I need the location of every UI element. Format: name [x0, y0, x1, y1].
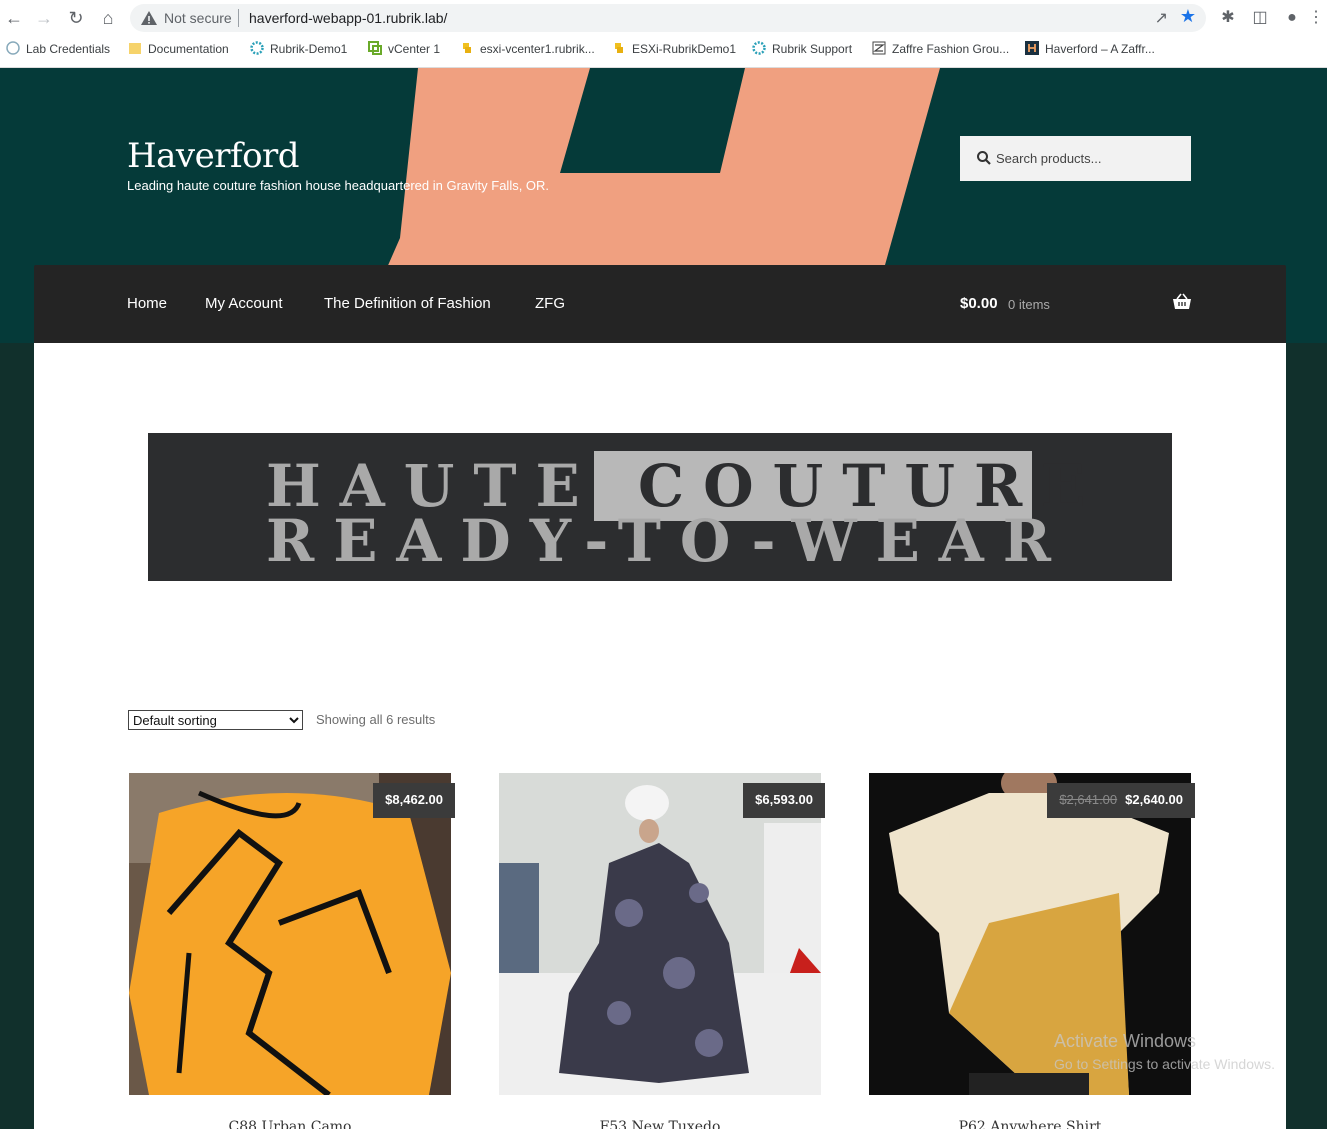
- nav-my-account[interactable]: My Account: [205, 295, 283, 312]
- omnibox-divider: [238, 9, 239, 27]
- nav-zfg[interactable]: ZFG: [535, 295, 565, 312]
- bookmark-haverford[interactable]: Haverford – A Zaffr...: [1025, 41, 1155, 56]
- price-badge: $6,593.00: [743, 783, 825, 818]
- forward-icon[interactable]: →: [32, 6, 56, 30]
- price-badge: $2,641.00 $2,640.00: [1047, 783, 1195, 818]
- globe-icon: [6, 41, 20, 55]
- side-panel-icon[interactable]: ◫: [1248, 6, 1272, 30]
- product-search: [960, 136, 1191, 181]
- old-price: $2,641.00: [1059, 792, 1118, 807]
- bookmark-label: Rubrik Support: [772, 42, 853, 56]
- price-badge: $8,462.00: [373, 783, 455, 818]
- banner-line-2: READY-TO-WEAR: [266, 507, 1071, 575]
- bookmark-label: Haverford – A Zaffr...: [1045, 42, 1155, 56]
- product-title[interactable]: C88 Urban Camo: [129, 1119, 451, 1129]
- bookmark-label: Lab Credentials: [26, 42, 111, 56]
- product-title[interactable]: P62 Anywhere Shirt: [869, 1119, 1191, 1129]
- share-icon[interactable]: ↗: [1155, 8, 1168, 28]
- folder-icon: [129, 43, 141, 54]
- site-title[interactable]: Haverford: [127, 136, 300, 176]
- haute-couture-banner: HAUTE COUTURE READY-TO-WEAR: [148, 433, 1172, 581]
- menu-icon[interactable]: ⋮: [1304, 6, 1327, 30]
- bookmark-star-icon[interactable]: ★: [1180, 6, 1196, 27]
- primary-navigation: Home My Account The Definition of Fashio…: [34, 265, 1286, 352]
- bookmark-esxi-vcenter1[interactable]: esxi-vcenter1.rubrik...: [460, 41, 595, 56]
- bookmark-rubrik-demo1[interactable]: Rubrik-Demo1: [250, 41, 347, 56]
- url-text[interactable]: haverford-webapp-01.rubrik.lab/: [249, 10, 447, 26]
- bookmark-esxi-rubrikdemo1[interactable]: ESXi-RubrikDemo1: [612, 41, 736, 56]
- nav-home[interactable]: Home: [127, 295, 167, 312]
- result-count: Showing all 6 results: [316, 712, 436, 727]
- search-icon: [977, 151, 991, 165]
- product-image[interactable]: [129, 773, 451, 1095]
- security-label[interactable]: Not secure: [164, 10, 232, 26]
- bookmark-label: Documentation: [148, 42, 229, 56]
- cart-amount[interactable]: $0.00: [960, 295, 998, 312]
- bookmark-label: vCenter 1: [388, 42, 441, 56]
- reload-icon[interactable]: ↻: [64, 6, 88, 30]
- sorting-select[interactable]: Default sorting: [128, 710, 303, 730]
- bookmark-label: esxi-vcenter1.rubrik...: [480, 42, 595, 56]
- product-title[interactable]: F53 New Tuxedo: [499, 1119, 821, 1129]
- windows-activation-watermark: Activate Windows: [1054, 1031, 1197, 1051]
- home-icon[interactable]: ⌂: [96, 6, 120, 30]
- bookmark-vcenter1[interactable]: vCenter 1: [368, 41, 440, 56]
- warning-icon: [141, 11, 157, 25]
- product-image[interactable]: [499, 773, 821, 1095]
- bookmark-label: Zaffre Fashion Grou...: [892, 42, 1010, 56]
- zfg-icon: [872, 41, 886, 55]
- rubrik-icon: [752, 41, 766, 55]
- python-icon: [463, 43, 471, 53]
- extensions-icon[interactable]: ✱: [1216, 6, 1240, 30]
- bookmarks-bar: Lab Credentials Documentation Rubrik-Dem…: [0, 38, 1327, 60]
- basket-icon[interactable]: [1172, 293, 1192, 311]
- python-icon: [615, 43, 623, 53]
- bookmark-label: ESXi-RubrikDemo1: [632, 42, 737, 56]
- haverford-icon: [1025, 41, 1039, 55]
- profile-icon[interactable]: ●: [1280, 6, 1304, 30]
- browser-chrome: ← → ↻ ⌂ Not secure haverford-webapp-01.r…: [0, 0, 1327, 68]
- windows-activation-subtext: Go to Settings to activate Windows.: [1054, 1056, 1275, 1072]
- bookmark-lab-credentials[interactable]: Lab Credentials: [6, 41, 110, 56]
- site-description: Leading haute couture fashion house head…: [127, 178, 550, 193]
- address-bar[interactable]: Not secure haverford-webapp-01.rubrik.la…: [130, 4, 1206, 32]
- bookmark-label: Rubrik-Demo1: [270, 42, 348, 56]
- back-icon[interactable]: ←: [2, 6, 26, 30]
- cart-count[interactable]: 0 items: [1008, 297, 1050, 312]
- main-content: HAUTE COUTURE READY-TO-WEAR Default sort…: [34, 343, 1286, 1129]
- bookmark-zaffre[interactable]: Zaffre Fashion Grou...: [872, 41, 1009, 56]
- bookmark-rubrik-support[interactable]: Rubrik Support: [752, 41, 852, 56]
- bookmark-documentation[interactable]: Documentation: [128, 41, 229, 56]
- nav-definition-of-fashion[interactable]: The Definition of Fashion: [324, 295, 491, 312]
- search-input[interactable]: [996, 147, 1176, 169]
- vcenter-icon: [368, 41, 382, 55]
- address-row: ← → ↻ ⌂ Not secure haverford-webapp-01.r…: [0, 0, 1327, 36]
- rubrik-icon: [250, 41, 264, 55]
- sale-price: $2,640.00: [1125, 792, 1183, 807]
